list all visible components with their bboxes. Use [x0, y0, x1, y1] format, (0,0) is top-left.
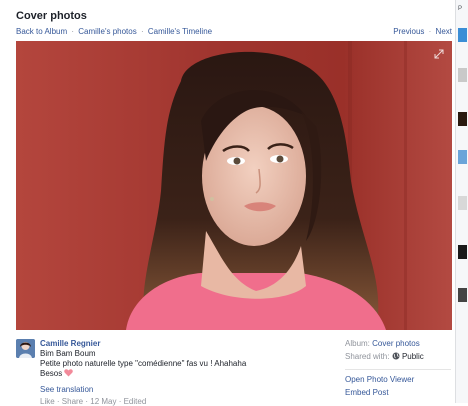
expand-icon[interactable]	[434, 49, 444, 59]
author-name-link[interactable]: Camille Regnier	[40, 339, 100, 348]
photo-pager: Previous · Next	[393, 27, 452, 36]
right-rail-label: P	[458, 6, 463, 12]
open-viewer-row: Open Photo Viewer	[345, 375, 451, 388]
caption-line-1: Bim Bam Boum	[40, 349, 96, 358]
shared-label: Shared with:	[345, 352, 390, 361]
embed-post-link[interactable]: Embed Post	[345, 388, 389, 397]
caption-besos: Besos	[40, 369, 63, 378]
caption-line-2: Petite photo naturelle type "comédienne"…	[40, 359, 247, 368]
breadcrumb-separator: ·	[140, 27, 144, 36]
next-link[interactable]: Next	[436, 27, 452, 36]
rail-thumbnail[interactable]	[458, 288, 467, 302]
album-row: Album: Cover photos	[345, 339, 451, 352]
breadcrumb: Back to Album · Camille's photos · Camil…	[16, 27, 212, 36]
rail-thumbnail[interactable]	[458, 68, 467, 82]
embed-row: Embed Post	[345, 388, 451, 401]
back-to-album-link[interactable]: Back to Album	[16, 27, 67, 36]
rail-thumbnail[interactable]	[458, 112, 467, 126]
shared-value[interactable]: Public	[402, 352, 424, 361]
see-translation-link[interactable]: See translation	[40, 385, 93, 394]
rail-thumbnail[interactable]	[458, 245, 467, 259]
heart-icon	[64, 369, 74, 377]
rail-thumbnail[interactable]	[458, 196, 467, 210]
globe-icon	[392, 352, 400, 360]
page-title: Cover photos	[16, 10, 87, 22]
previous-link[interactable]: Previous	[393, 27, 424, 36]
post-actions[interactable]: Like · Share · 12 May · Edited	[40, 397, 146, 406]
photo-info-panel: Album: Cover photos Shared with: Public …	[345, 339, 451, 401]
portrait-image	[16, 41, 452, 330]
shared-row: Shared with: Public	[345, 352, 451, 365]
cover-photo[interactable]	[16, 41, 452, 330]
album-link[interactable]: Cover photos	[372, 339, 420, 348]
open-photo-viewer-link[interactable]: Open Photo Viewer	[345, 375, 414, 384]
breadcrumb-separator: ·	[71, 27, 75, 36]
right-rail: P	[455, 0, 468, 403]
camille-timeline-link[interactable]: Camille's Timeline	[148, 27, 212, 36]
rail-thumbnail[interactable]	[458, 150, 467, 164]
photo-page: Cover photos Back to Album · Camille's p…	[0, 0, 455, 406]
camille-photos-link[interactable]: Camille's photos	[78, 27, 136, 36]
album-label: Album:	[345, 339, 370, 348]
rail-thumbnail[interactable]	[458, 28, 467, 42]
divider	[345, 369, 451, 370]
caption-line-3: Besos	[40, 369, 74, 378]
pager-separator: ·	[428, 27, 432, 36]
avatar[interactable]	[16, 339, 35, 358]
